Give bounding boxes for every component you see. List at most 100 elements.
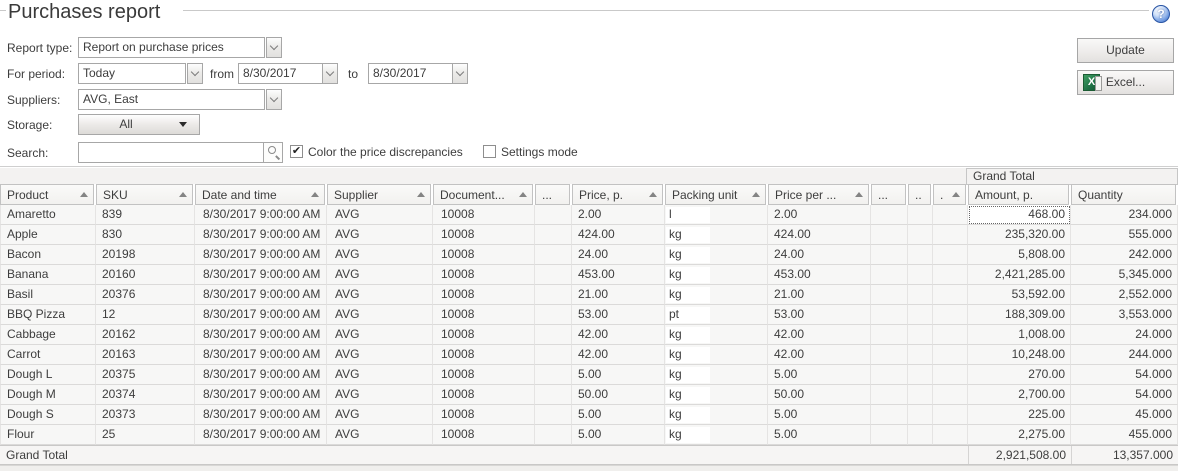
cell-empty[interactable]: [908, 205, 933, 225]
cell-empty[interactable]: [933, 225, 968, 245]
cell-datetime[interactable]: 8/30/2017 9:00:00 AM: [195, 345, 327, 365]
cell-amount[interactable]: 53,592.00: [968, 285, 1071, 305]
cell-empty[interactable]: [933, 265, 968, 285]
cell-product[interactable]: Flour: [0, 425, 96, 445]
cell-empty[interactable]: [908, 305, 933, 325]
cell-sku[interactable]: 20376: [96, 285, 195, 305]
cell-price-per[interactable]: 21.00: [768, 285, 871, 305]
column-header-dots[interactable]: ...: [871, 184, 906, 205]
cell-quantity[interactable]: 244.000: [1071, 345, 1178, 365]
column-header-document[interactable]: Document...: [433, 184, 533, 205]
cell-amount[interactable]: 468.00: [968, 205, 1071, 225]
cell-datetime[interactable]: 8/30/2017 9:00:00 AM: [195, 205, 327, 225]
cell-document[interactable]: 10008: [433, 225, 535, 245]
cell-document[interactable]: 10008: [433, 345, 535, 365]
cell-amount[interactable]: 5,808.00: [968, 245, 1071, 265]
cell-supplier[interactable]: AVG: [327, 305, 433, 325]
cell-price[interactable]: 453.00: [572, 265, 665, 285]
cell-datetime[interactable]: 8/30/2017 9:00:00 AM: [195, 245, 327, 265]
cell-empty[interactable]: [933, 285, 968, 305]
cell-product[interactable]: Banana: [0, 265, 96, 285]
update-button[interactable]: Update: [1077, 38, 1174, 63]
cell-price[interactable]: 2.00: [572, 205, 665, 225]
cell-empty[interactable]: [933, 345, 968, 365]
cell-price[interactable]: 42.00: [572, 345, 665, 365]
cell-amount[interactable]: 225.00: [968, 405, 1071, 425]
help-icon[interactable]: ?: [1152, 5, 1170, 23]
cell-empty[interactable]: [535, 225, 572, 245]
cell-empty[interactable]: [871, 405, 908, 425]
cell-empty[interactable]: [908, 425, 933, 445]
cell-packing-unit[interactable]: kg: [665, 325, 768, 345]
cell-packing-unit[interactable]: kg: [665, 365, 768, 385]
cell-empty[interactable]: [933, 205, 968, 225]
date-from-dropdown-button[interactable]: [322, 64, 337, 83]
cell-empty[interactable]: [908, 225, 933, 245]
cell-empty[interactable]: [933, 425, 968, 445]
cell-empty[interactable]: [871, 385, 908, 405]
cell-price[interactable]: 50.00: [572, 385, 665, 405]
excel-button[interactable]: X Excel...: [1077, 70, 1174, 95]
cell-amount[interactable]: 188,309.00: [968, 305, 1071, 325]
cell-empty[interactable]: [535, 245, 572, 265]
cell-amount[interactable]: 2,275.00: [968, 425, 1071, 445]
cell-empty[interactable]: [933, 325, 968, 345]
cell-price[interactable]: 424.00: [572, 225, 665, 245]
cell-price-per[interactable]: 24.00: [768, 245, 871, 265]
cell-amount[interactable]: 235,320.00: [968, 225, 1071, 245]
cell-price-per[interactable]: 5.00: [768, 425, 871, 445]
cell-supplier[interactable]: AVG: [327, 265, 433, 285]
settings-mode-checkbox[interactable]: [483, 145, 496, 158]
cell-supplier[interactable]: AVG: [327, 425, 433, 445]
cell-empty[interactable]: [871, 345, 908, 365]
cell-price[interactable]: 5.00: [572, 425, 665, 445]
cell-sku[interactable]: 12: [96, 305, 195, 325]
cell-document[interactable]: 10008: [433, 205, 535, 225]
column-header-supplier[interactable]: Supplier: [327, 184, 431, 205]
date-to-dropdown-button[interactable]: [452, 64, 467, 83]
cell-amount[interactable]: 2,421,285.00: [968, 265, 1071, 285]
cell-empty[interactable]: [535, 365, 572, 385]
cell-sku[interactable]: 20160: [96, 265, 195, 285]
column-header-dots[interactable]: ...: [535, 184, 570, 205]
cell-datetime[interactable]: 8/30/2017 9:00:00 AM: [195, 285, 327, 305]
cell-packing-unit[interactable]: l: [665, 205, 768, 225]
column-header-amount-p[interactable]: Amount, p.: [968, 184, 1069, 205]
cell-price[interactable]: 53.00: [572, 305, 665, 325]
cell-empty[interactable]: [908, 285, 933, 305]
cell-product[interactable]: Dough S: [0, 405, 96, 425]
cell-price-per[interactable]: 42.00: [768, 325, 871, 345]
cell-sku[interactable]: 20373: [96, 405, 195, 425]
cell-packing-unit[interactable]: pt: [665, 305, 768, 325]
column-header-packing-unit[interactable]: Packing unit: [665, 184, 766, 205]
cell-product[interactable]: Dough L: [0, 365, 96, 385]
cell-empty[interactable]: [535, 405, 572, 425]
cell-datetime[interactable]: 8/30/2017 9:00:00 AM: [195, 405, 327, 425]
cell-empty[interactable]: [535, 425, 572, 445]
cell-quantity[interactable]: 555.000: [1071, 225, 1178, 245]
cell-empty[interactable]: [535, 325, 572, 345]
cell-price-per[interactable]: 5.00: [768, 405, 871, 425]
cell-quantity[interactable]: 242.000: [1071, 245, 1178, 265]
cell-amount[interactable]: 270.00: [968, 365, 1071, 385]
cell-empty[interactable]: [908, 325, 933, 345]
cell-empty[interactable]: [871, 225, 908, 245]
cell-supplier[interactable]: AVG: [327, 365, 433, 385]
column-header-date-and-time[interactable]: Date and time: [195, 184, 325, 205]
cell-empty[interactable]: [908, 405, 933, 425]
cell-product[interactable]: Basil: [0, 285, 96, 305]
cell-quantity[interactable]: 5,345.000: [1071, 265, 1178, 285]
storage-dropdown[interactable]: All: [78, 114, 200, 135]
cell-quantity[interactable]: 45.000: [1071, 405, 1178, 425]
cell-price-per[interactable]: 50.00: [768, 385, 871, 405]
cell-empty[interactable]: [933, 405, 968, 425]
cell-packing-unit[interactable]: kg: [665, 265, 768, 285]
cell-empty[interactable]: [908, 385, 933, 405]
cell-sku[interactable]: 20198: [96, 245, 195, 265]
cell-empty[interactable]: [871, 285, 908, 305]
column-header-dots[interactable]: .: [933, 184, 966, 205]
cell-document[interactable]: 10008: [433, 245, 535, 265]
cell-amount[interactable]: 1,008.00: [968, 325, 1071, 345]
column-header-product[interactable]: Product: [0, 184, 94, 205]
cell-amount[interactable]: 10,248.00: [968, 345, 1071, 365]
